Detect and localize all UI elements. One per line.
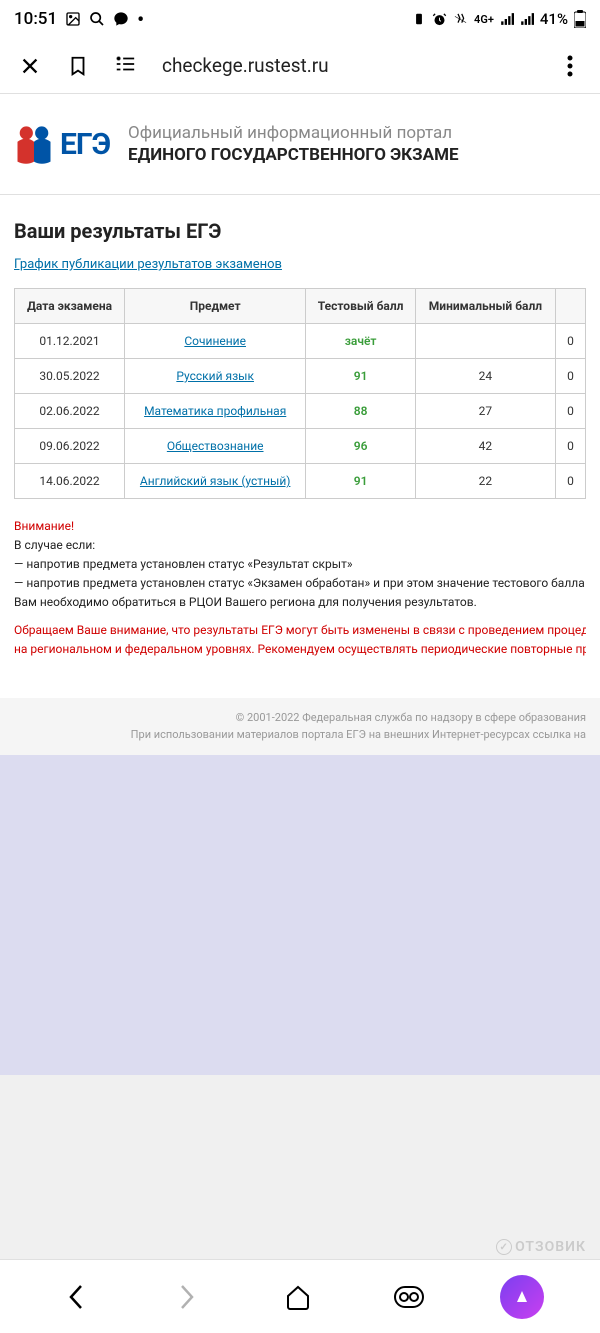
attention-title: Внимание! (14, 517, 586, 535)
browser-bottom-nav (0, 1259, 600, 1333)
cell-date: 02.06.2022 (15, 394, 125, 429)
cell-extra: 0 (556, 324, 586, 359)
close-tab-button[interactable] (18, 54, 42, 78)
subject-link[interactable]: Математика профильная (144, 404, 286, 418)
watermark: ✓ ОТЗОВИК (496, 1239, 586, 1255)
header-min: Минимальный балл (415, 289, 555, 324)
table-row: 01.12.2021 Сочинение зачёт 0 (15, 324, 586, 359)
signal-icon-2 (520, 12, 534, 26)
clock-time: 10:51 (14, 9, 57, 29)
site-header: ЕГЭ Официальный информационный портал ЕД… (0, 94, 600, 195)
cell-min: 24 (415, 359, 555, 394)
image-icon (65, 11, 81, 27)
results-table: Дата экзамена Предмет Тестовый балл Мини… (14, 288, 586, 499)
chat-icon (113, 11, 129, 27)
search-icon (89, 11, 105, 27)
subject-link[interactable]: Русский язык (176, 369, 254, 383)
attention-warning: Обращаем Ваше внимание, что результаты Е… (14, 621, 586, 639)
vibrate-icon (453, 12, 468, 27)
cell-min (415, 324, 555, 359)
cell-date: 01.12.2021 (15, 324, 125, 359)
alarm-icon (432, 12, 447, 27)
browser-toolbar: checkege.rustest.ru (0, 38, 600, 94)
cell-min: 42 (415, 429, 555, 464)
back-button[interactable] (56, 1277, 96, 1317)
cell-score: 88 (354, 404, 368, 418)
cell-date: 30.05.2022 (15, 359, 125, 394)
schedule-link[interactable]: График публикации результатов экзаменов (14, 257, 586, 272)
cell-date: 14.06.2022 (15, 464, 125, 499)
alice-button[interactable] (500, 1275, 544, 1319)
cell-score: 91 (354, 369, 368, 383)
header-subject: Предмет (125, 289, 306, 324)
watermark-text: ОТЗОВИК (515, 1239, 586, 1255)
signal-icon-1 (500, 12, 514, 26)
page-footer: © 2001-2022 Федеральная служба по надзор… (0, 698, 600, 755)
subject-link[interactable]: Сочинение (184, 334, 246, 348)
cell-date: 09.06.2022 (15, 429, 125, 464)
cell-extra: 0 (556, 359, 586, 394)
cell-extra: 0 (556, 394, 586, 429)
battery-saver-icon (412, 12, 426, 26)
bookmark-button[interactable] (66, 54, 90, 78)
site-logo[interactable]: ЕГЭ (12, 122, 110, 166)
table-row: 02.06.2022 Математика профильная 88 27 0 (15, 394, 586, 429)
table-row: 14.06.2022 Английский язык (устный) 91 2… (15, 464, 586, 499)
battery-icon (574, 10, 586, 28)
attention-line: — напротив предмета установлен статус «Э… (14, 574, 586, 592)
attention-line: В случае если: (14, 536, 586, 554)
watermark-icon: ✓ (496, 1239, 512, 1255)
header-score: Тестовый балл (306, 289, 416, 324)
footer-usage: При использовании материалов портала ЕГЭ… (14, 727, 586, 744)
subject-link[interactable]: Английский язык (устный) (140, 474, 291, 488)
attention-line: Вам необходимо обратиться в РЦОИ Вашего … (14, 593, 586, 611)
logo-text: ЕГЭ (60, 127, 110, 162)
main-content: Ваши результаты ЕГЭ График публикации ре… (0, 195, 600, 658)
subject-link[interactable]: Обществознание (167, 439, 264, 453)
footer-copyright: © 2001-2022 Федеральная служба по надзор… (14, 710, 586, 727)
cell-extra: 0 (556, 464, 586, 499)
table-row: 09.06.2022 Обществознание 96 42 0 (15, 429, 586, 464)
attention-line: — напротив предмета установлен статус «Р… (14, 555, 586, 573)
url-bar[interactable]: checkege.rustest.ru (162, 54, 534, 77)
tabs-button[interactable] (389, 1277, 429, 1317)
status-bar: 10:51 • 4G+ 41% (0, 0, 600, 38)
attention-warning: на региональном и федеральном уровнях. Р… (14, 640, 586, 658)
page-heading: Ваши результаты ЕГЭ (14, 219, 586, 243)
cell-min: 27 (415, 394, 555, 429)
cell-extra: 0 (556, 429, 586, 464)
site-title: ЕДИНОГО ГОСУДАРСТВЕННОГО ЭКЗАМЕ (128, 145, 588, 165)
network-4g: 4G+ (474, 13, 494, 26)
cell-min: 22 (415, 464, 555, 499)
forward-button[interactable] (167, 1277, 207, 1317)
reader-mode-button[interactable] (114, 54, 138, 78)
menu-button[interactable] (558, 54, 582, 78)
attention-block: Внимание! В случае если: — напротив пред… (14, 517, 586, 658)
header-date: Дата экзамена (15, 289, 125, 324)
table-row: 30.05.2022 Русский язык 91 24 0 (15, 359, 586, 394)
cell-score: зачёт (345, 334, 377, 348)
home-button[interactable] (278, 1277, 318, 1317)
cell-score: 91 (354, 474, 368, 488)
cell-score: 96 (354, 439, 368, 453)
site-subtitle: Официальный информационный портал (128, 123, 588, 143)
empty-space (0, 755, 600, 1075)
header-extra (556, 289, 586, 324)
battery-percentage: 41% (540, 10, 568, 28)
